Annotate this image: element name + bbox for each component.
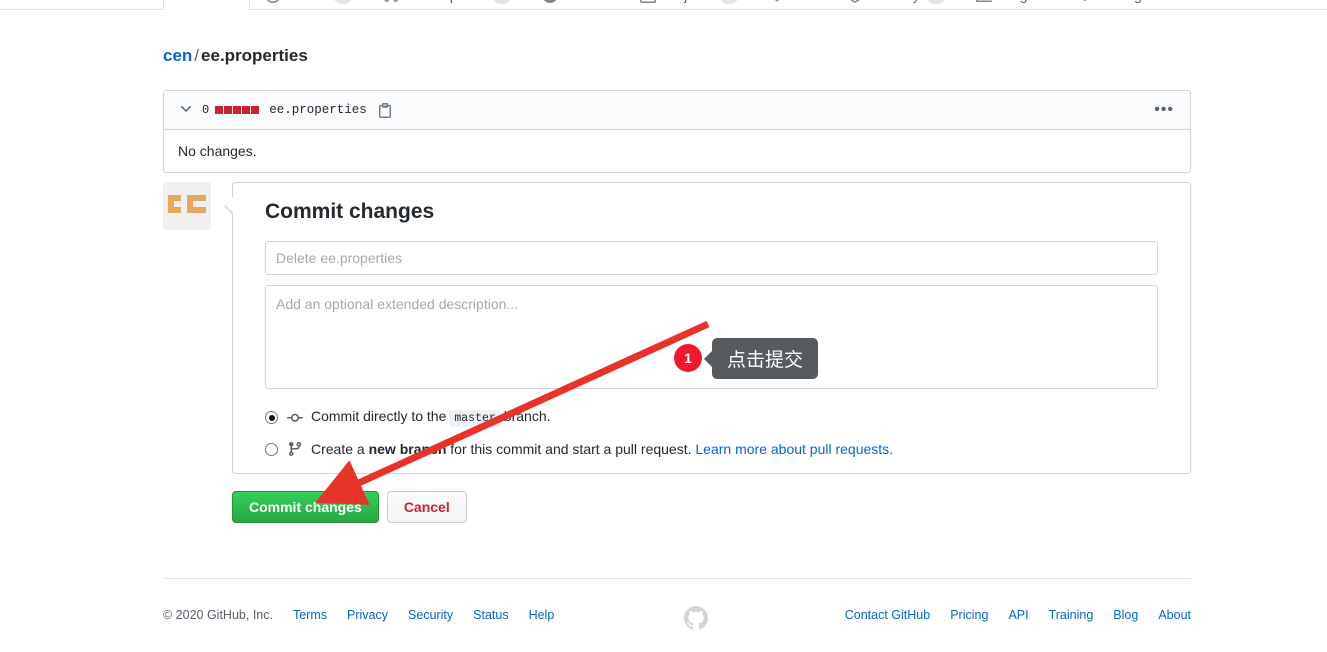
copyright-text: © 2020 GitHub, Inc. xyxy=(163,608,273,622)
tab-wiki[interactable]: Wiki xyxy=(754,0,832,10)
tab-pull-requests[interactable]: Pull requests 0 xyxy=(368,0,527,10)
footer-link-pricing[interactable]: Pricing xyxy=(950,608,988,622)
commit-panel-title: Commit changes xyxy=(265,200,435,223)
footer-link-privacy[interactable]: Privacy xyxy=(347,608,388,622)
breadcrumb-repo-link[interactable]: cen xyxy=(163,46,192,65)
no-changes-text: No changes. xyxy=(164,130,1190,172)
repo-nav: Code Issues 0 Pull requests 0 Actions Pr… xyxy=(0,0,1327,10)
projects-count: 0 xyxy=(718,0,739,4)
annotation-tooltip: 点击提交 xyxy=(703,338,819,379)
footer-link-api[interactable]: API xyxy=(1008,608,1028,622)
tab-label: Pull requests xyxy=(405,0,486,3)
commit-summary-input[interactable] xyxy=(265,241,1158,275)
tab-label: Actions xyxy=(564,0,610,3)
tab-projects[interactable]: Projects 0 xyxy=(625,0,754,10)
project-icon xyxy=(640,0,657,3)
tab-insights[interactable]: Insights xyxy=(961,0,1061,10)
tab-security[interactable]: Security 0 xyxy=(832,0,961,10)
diff-stat-blocks xyxy=(215,106,260,114)
issue-opened-icon xyxy=(265,0,281,3)
commit-changes-button[interactable]: Commit changes xyxy=(232,491,379,523)
footer-link-about[interactable]: About xyxy=(1158,608,1191,622)
security-count: 0 xyxy=(925,0,946,4)
breadcrumb-file: ee.properties xyxy=(201,46,308,65)
pull-requests-count: 0 xyxy=(492,0,513,4)
tab-label: Security xyxy=(869,0,920,3)
footer-link-blog[interactable]: Blog xyxy=(1113,608,1138,622)
learn-more-pull-requests-link[interactable]: Learn more about pull requests. xyxy=(695,441,893,457)
new-branch-emphasis: new branch xyxy=(368,441,447,457)
footer-right-links: Contact GitHub Pricing API Training Blog… xyxy=(845,608,1191,622)
tab-settings[interactable]: Settings xyxy=(1061,0,1164,10)
diff-block xyxy=(215,106,224,114)
radio-create-new-branch[interactable] xyxy=(265,442,278,456)
diff-block xyxy=(233,106,242,114)
file-options-kebab-button[interactable]: ••• xyxy=(1148,102,1180,118)
tab-label: Settings xyxy=(1098,0,1149,3)
footer-link-training[interactable]: Training xyxy=(1049,608,1094,622)
book-icon xyxy=(769,0,785,3)
footer-divider xyxy=(163,578,1191,579)
tab-label: Wiki xyxy=(791,0,817,3)
footer-link-security[interactable]: Security xyxy=(408,608,453,622)
play-icon xyxy=(542,0,558,3)
new-branch-label: Create a new branch for this commit and … xyxy=(311,441,893,457)
branch-name-chip: master xyxy=(449,410,501,427)
tab-code[interactable]: Code xyxy=(163,0,250,10)
footer-link-contact-github[interactable]: Contact GitHub xyxy=(845,608,930,622)
footer-link-status[interactable]: Status xyxy=(473,608,508,622)
tab-label: Projects xyxy=(662,0,713,3)
copy-path-icon[interactable] xyxy=(377,102,393,118)
diff-block xyxy=(224,106,233,114)
breadcrumb: cen / ee.properties xyxy=(163,46,308,66)
page-footer: © 2020 GitHub, Inc. Terms Privacy Securi… xyxy=(0,606,1327,633)
diff-count: 0 xyxy=(202,103,210,117)
commit-changes-panel: Commit changes Commit directly to themas… xyxy=(224,182,1191,474)
diff-block xyxy=(251,106,260,114)
radio-commit-directly[interactable] xyxy=(265,411,278,424)
issues-count: 0 xyxy=(333,0,354,4)
git-pull-request-icon xyxy=(383,0,399,3)
commit-option-direct[interactable]: Commit directly to the master branch. xyxy=(265,408,1158,427)
footer-left-links: © 2020 GitHub, Inc. Terms Privacy Securi… xyxy=(163,608,554,622)
new-branch-text-before: Create a xyxy=(311,441,365,457)
shield-icon xyxy=(847,0,863,3)
file-diff-box: 0 ee.properties ••• No changes. xyxy=(163,90,1191,173)
commit-directly-text-before: Commit directly to the xyxy=(311,408,447,424)
file-diff-header: 0 ee.properties ••• xyxy=(164,91,1190,130)
commit-actions: Commit changes Cancel xyxy=(232,491,467,523)
cancel-button[interactable]: Cancel xyxy=(386,491,467,523)
commit-directly-text-after: branch. xyxy=(503,408,551,424)
gear-icon xyxy=(1076,0,1092,3)
commit-option-new-branch[interactable]: Create a new branch for this commit and … xyxy=(265,441,1158,457)
diff-block xyxy=(242,106,251,114)
annotation-step-badge: 1 xyxy=(674,344,702,372)
github-mark-icon xyxy=(684,606,708,633)
tab-label: Issues xyxy=(287,0,327,3)
git-branch-icon xyxy=(287,441,303,457)
footer-link-help[interactable]: Help xyxy=(529,608,555,622)
github-delete-file-page: Code Issues 0 Pull requests 0 Actions Pr… xyxy=(0,0,1327,652)
code-icon xyxy=(178,0,194,3)
git-commit-icon xyxy=(287,410,303,426)
tab-label: Insights xyxy=(998,0,1046,3)
commit-directly-label: Commit directly to the master branch. xyxy=(311,408,551,427)
tab-label: Code xyxy=(200,0,235,3)
user-identicon xyxy=(163,182,211,230)
new-branch-text-after: for this commit and start a pull request… xyxy=(450,441,692,457)
footer-link-terms[interactable]: Terms xyxy=(293,608,327,622)
breadcrumb-separator: / xyxy=(194,46,200,65)
diff-file-name: ee.properties xyxy=(269,103,367,117)
tab-issues[interactable]: Issues 0 xyxy=(250,0,368,10)
graph-icon xyxy=(975,0,992,3)
chevron-down-icon[interactable] xyxy=(178,101,194,120)
tab-actions[interactable]: Actions xyxy=(527,0,625,10)
